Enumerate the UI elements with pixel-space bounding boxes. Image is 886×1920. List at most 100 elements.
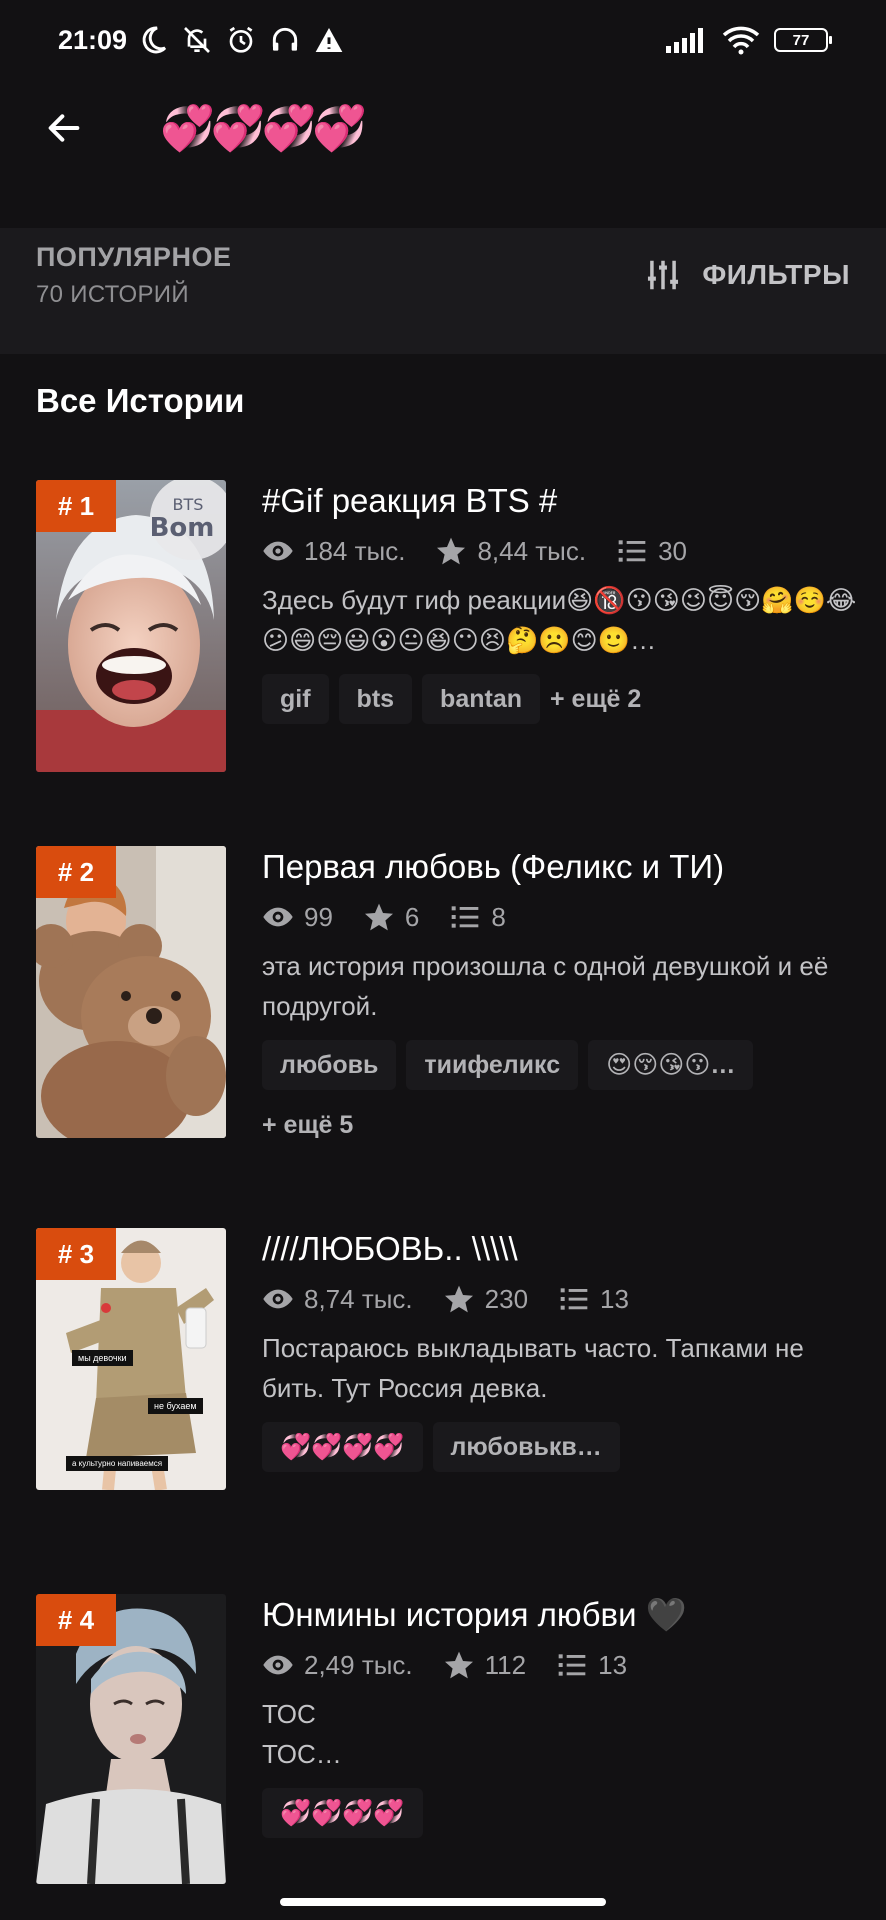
views-stat: 99 bbox=[262, 901, 333, 933]
status-icons-left bbox=[137, 24, 345, 56]
story-body: ////ЛЮБОВЬ.. \\\\\ 8,74 тыс. 230 13 Пост… bbox=[262, 1228, 862, 1472]
story-body: Юнмины история любви 🖤 2,49 тыс. 112 13 … bbox=[262, 1594, 862, 1838]
story-stats: 184 тыс. 8,44 тыс. 30 bbox=[262, 534, 862, 568]
parts-stat: 13 bbox=[556, 1649, 627, 1681]
star-icon bbox=[437, 537, 466, 565]
views-stat: 184 тыс. bbox=[262, 535, 405, 567]
views-stat: 2,49 тыс. bbox=[262, 1649, 413, 1681]
list-icon bbox=[558, 1654, 586, 1676]
tag[interactable]: bts bbox=[338, 674, 413, 724]
rank-badge: # 2 bbox=[36, 846, 116, 898]
back-button[interactable] bbox=[34, 98, 94, 158]
parts-stat: 13 bbox=[558, 1283, 629, 1315]
sliders-icon bbox=[648, 260, 679, 290]
tag[interactable]: gif bbox=[262, 674, 329, 724]
parts-stat: 30 bbox=[616, 535, 687, 567]
votes-count: 112 bbox=[484, 1649, 527, 1680]
bell-off-icon bbox=[184, 27, 211, 53]
rank-badge: # 3 bbox=[36, 1228, 116, 1280]
cover-caption: а культурно напиваемся bbox=[66, 1456, 169, 1471]
parts-count: 13 bbox=[600, 1283, 629, 1314]
story-cover[interactable]: # 3 мы девочки не бухаем а культурно нап… bbox=[36, 1228, 226, 1490]
app-bar: 💞💞💞💞 bbox=[0, 90, 886, 166]
story-description: Постараюсь выкладывать часто. Тапками не… bbox=[262, 1333, 804, 1403]
star-icon bbox=[364, 903, 393, 931]
tag[interactable]: 💞💞💞💞 bbox=[262, 1422, 423, 1472]
sort-label: ПОПУЛЯРНОЕ bbox=[36, 242, 232, 272]
tag[interactable]: любовькв… bbox=[432, 1422, 620, 1472]
parts-count: 8 bbox=[491, 901, 506, 932]
views-count: 8,74 тыс. bbox=[304, 1283, 413, 1314]
views-count: 2,49 тыс. bbox=[304, 1649, 413, 1680]
story-cover[interactable]: BTS Bom # 1 bbox=[36, 480, 226, 772]
eye-icon bbox=[263, 907, 293, 927]
votes-count: 8,44 тыс. bbox=[477, 535, 587, 566]
votes-stat: 6 bbox=[363, 901, 419, 933]
votes-count: 230 bbox=[484, 1283, 529, 1314]
headphones-icon bbox=[272, 27, 298, 51]
votes-stat: 230 bbox=[443, 1283, 528, 1315]
story-body: #Gif реакция BTS # 184 тыс. 8,44 тыс. 30… bbox=[262, 480, 862, 724]
story-title[interactable]: #Gif реакция BTS # bbox=[262, 480, 862, 522]
more-tags-button[interactable]: + ещё 5 bbox=[262, 1100, 862, 1150]
filters-label: ФИЛЬТРЫ bbox=[702, 259, 850, 290]
sort-selector[interactable]: ПОПУЛЯРНОЕ 70 ИСТОРИЙ bbox=[36, 242, 231, 309]
story-stats: 2,49 тыс. 112 13 bbox=[262, 1648, 862, 1682]
battery-icon: 77 bbox=[774, 28, 832, 52]
svg-text:BTS: BTS bbox=[173, 495, 204, 514]
filter-bar: ПОПУЛЯРНОЕ 70 ИСТОРИЙ ФИЛЬТРЫ bbox=[0, 228, 886, 354]
status-bar: 21:09 77 bbox=[0, 0, 886, 80]
wifi-icon bbox=[722, 26, 760, 55]
story-title[interactable]: Юнмины история любви 🖤 bbox=[262, 1594, 862, 1636]
star-icon bbox=[444, 1285, 473, 1313]
list-icon bbox=[452, 906, 479, 928]
signal-icon bbox=[666, 28, 703, 53]
eye-icon bbox=[263, 1655, 293, 1675]
home-indicator[interactable] bbox=[280, 1898, 606, 1906]
section-title: Все Истории bbox=[36, 382, 245, 419]
parts-stat: 8 bbox=[449, 901, 506, 933]
svg-text:Bom: Bom bbox=[150, 513, 215, 543]
tag[interactable]: bantan bbox=[422, 674, 540, 724]
cover-caption: мы девочки bbox=[72, 1350, 133, 1366]
rank-badge: # 1 bbox=[36, 480, 116, 532]
page-title: 💞💞💞💞 bbox=[160, 104, 367, 153]
story-description: Здесь будут гиф реакции😆🔞😗😘😉😇😚🤗☺️😂😕😄😔😃😮😐… bbox=[262, 585, 857, 655]
story-title[interactable]: Первая любовь (Феликс и ТИ) bbox=[262, 846, 862, 888]
cover-caption: не бухаем bbox=[148, 1398, 203, 1414]
story-stats: 8,74 тыс. 230 13 bbox=[262, 1282, 862, 1316]
eye-icon bbox=[263, 541, 293, 561]
story-stats: 99 6 8 bbox=[262, 900, 862, 934]
story-tags: любовь тиифеликс 😍😚😘😗… + ещё 5 bbox=[262, 1040, 862, 1150]
more-tags-button[interactable]: + ещё 2 bbox=[550, 674, 641, 724]
story-cover[interactable]: # 4 bbox=[36, 1594, 226, 1884]
story-tags: gif bts bantan + ещё 2 bbox=[262, 674, 862, 724]
story-cover[interactable]: # 2 bbox=[36, 846, 226, 1138]
arrow-left-icon bbox=[48, 114, 80, 142]
parts-count: 13 bbox=[598, 1649, 628, 1680]
eye-icon bbox=[263, 1289, 293, 1309]
tag[interactable]: любовь bbox=[262, 1040, 397, 1090]
status-time: 21:09 bbox=[58, 24, 128, 55]
list-icon bbox=[560, 1288, 588, 1310]
tag[interactable]: тиифеликс bbox=[406, 1040, 579, 1090]
views-count: 99 bbox=[304, 901, 333, 932]
story-tags: 💞💞💞💞 bbox=[262, 1788, 862, 1838]
story-title[interactable]: ////ЛЮБОВЬ.. \\\\\ bbox=[262, 1228, 862, 1270]
story-body: Первая любовь (Феликс и ТИ) 99 6 8 эта и… bbox=[262, 846, 862, 1150]
warning-icon bbox=[315, 28, 343, 52]
story-description: эта история произошла с одной девушкой и… bbox=[262, 951, 829, 1021]
filters-button[interactable]: ФИЛЬТРЫ bbox=[644, 256, 850, 294]
moon-icon bbox=[142, 26, 167, 54]
alarm-icon bbox=[229, 26, 253, 53]
views-stat: 8,74 тыс. bbox=[262, 1283, 413, 1315]
story-description: ТОС ТОС… bbox=[262, 1694, 862, 1774]
votes-stat: 112 bbox=[443, 1649, 526, 1681]
tag[interactable]: 😍😚😘😗… bbox=[588, 1040, 754, 1090]
views-count: 184 тыс. bbox=[304, 535, 406, 566]
description-line: ТОС… bbox=[262, 1739, 342, 1769]
votes-count: 6 bbox=[404, 901, 420, 932]
status-right: 77 bbox=[666, 25, 832, 55]
tag[interactable]: 💞💞💞💞 bbox=[262, 1788, 423, 1838]
rank-badge: # 4 bbox=[36, 1594, 116, 1646]
